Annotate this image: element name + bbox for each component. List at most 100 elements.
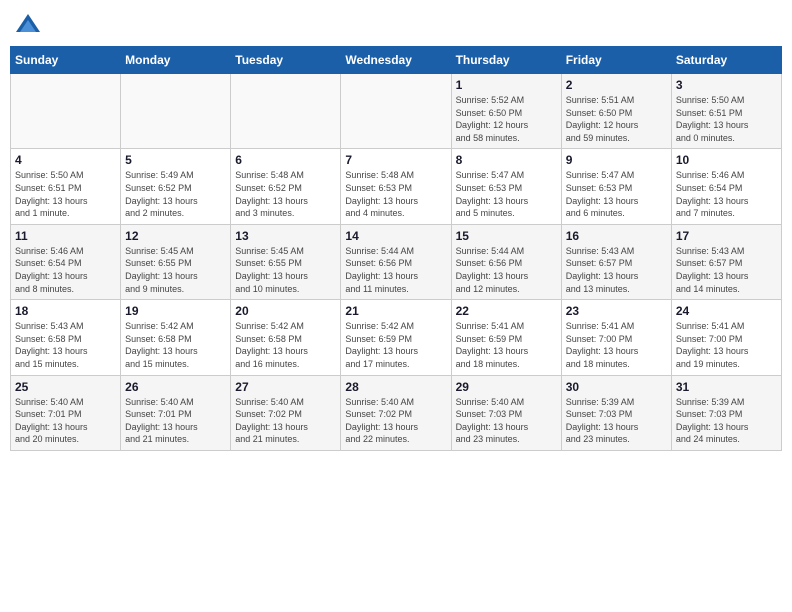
weekday-header-tuesday: Tuesday [231, 47, 341, 74]
day-info: Sunrise: 5:51 AM Sunset: 6:50 PM Dayligh… [566, 94, 667, 144]
day-info: Sunrise: 5:41 AM Sunset: 6:59 PM Dayligh… [456, 320, 557, 370]
calendar-cell: 27 Sunrise: 5:40 AM Sunset: 7:02 PM Dayli… [231, 375, 341, 450]
calendar-cell: 18 Sunrise: 5:43 AM Sunset: 6:58 PM Dayli… [11, 300, 121, 375]
day-info: Sunrise: 5:46 AM Sunset: 6:54 PM Dayligh… [676, 169, 777, 219]
calendar-cell: 4 Sunrise: 5:50 AM Sunset: 6:51 PM Daylig… [11, 149, 121, 224]
day-number: 9 [566, 153, 667, 167]
day-info: Sunrise: 5:42 AM Sunset: 6:58 PM Dayligh… [235, 320, 336, 370]
day-info: Sunrise: 5:41 AM Sunset: 7:00 PM Dayligh… [676, 320, 777, 370]
calendar-cell: 23 Sunrise: 5:41 AM Sunset: 7:00 PM Dayli… [561, 300, 671, 375]
day-number: 27 [235, 380, 336, 394]
day-info: Sunrise: 5:44 AM Sunset: 6:56 PM Dayligh… [456, 245, 557, 295]
day-info: Sunrise: 5:39 AM Sunset: 7:03 PM Dayligh… [676, 396, 777, 446]
weekday-header-thursday: Thursday [451, 47, 561, 74]
calendar-cell [11, 74, 121, 149]
calendar-cell: 13 Sunrise: 5:45 AM Sunset: 6:55 PM Dayli… [231, 224, 341, 299]
day-info: Sunrise: 5:48 AM Sunset: 6:52 PM Dayligh… [235, 169, 336, 219]
calendar-cell: 16 Sunrise: 5:43 AM Sunset: 6:57 PM Dayli… [561, 224, 671, 299]
day-number: 21 [345, 304, 446, 318]
day-number: 13 [235, 229, 336, 243]
calendar-cell: 12 Sunrise: 5:45 AM Sunset: 6:55 PM Dayli… [121, 224, 231, 299]
day-number: 25 [15, 380, 116, 394]
day-number: 26 [125, 380, 226, 394]
day-number: 4 [15, 153, 116, 167]
calendar-cell: 30 Sunrise: 5:39 AM Sunset: 7:03 PM Dayli… [561, 375, 671, 450]
weekday-header-monday: Monday [121, 47, 231, 74]
day-info: Sunrise: 5:49 AM Sunset: 6:52 PM Dayligh… [125, 169, 226, 219]
logo-icon [14, 10, 42, 38]
calendar-week-row: 18 Sunrise: 5:43 AM Sunset: 6:58 PM Dayli… [11, 300, 782, 375]
day-info: Sunrise: 5:40 AM Sunset: 7:01 PM Dayligh… [125, 396, 226, 446]
calendar-cell: 19 Sunrise: 5:42 AM Sunset: 6:58 PM Dayli… [121, 300, 231, 375]
weekday-header-sunday: Sunday [11, 47, 121, 74]
day-number: 2 [566, 78, 667, 92]
calendar-cell: 29 Sunrise: 5:40 AM Sunset: 7:03 PM Dayli… [451, 375, 561, 450]
day-info: Sunrise: 5:50 AM Sunset: 6:51 PM Dayligh… [676, 94, 777, 144]
calendar-cell: 8Sunrise: 5:47 AM Sunset: 6:53 PM Daylig… [451, 149, 561, 224]
calendar-week-row: 1Sunrise: 5:52 AM Sunset: 6:50 PM Daylig… [11, 74, 782, 149]
day-info: Sunrise: 5:43 AM Sunset: 6:57 PM Dayligh… [676, 245, 777, 295]
calendar-cell: 11 Sunrise: 5:46 AM Sunset: 6:54 PM Dayli… [11, 224, 121, 299]
day-info: Sunrise: 5:48 AM Sunset: 6:53 PM Dayligh… [345, 169, 446, 219]
weekday-header-saturday: Saturday [671, 47, 781, 74]
day-info: Sunrise: 5:43 AM Sunset: 6:58 PM Dayligh… [15, 320, 116, 370]
day-number: 17 [676, 229, 777, 243]
calendar-cell: 6 Sunrise: 5:48 AM Sunset: 6:52 PM Daylig… [231, 149, 341, 224]
day-info: Sunrise: 5:44 AM Sunset: 6:56 PM Dayligh… [345, 245, 446, 295]
day-info: Sunrise: 5:43 AM Sunset: 6:57 PM Dayligh… [566, 245, 667, 295]
day-info: Sunrise: 5:46 AM Sunset: 6:54 PM Dayligh… [15, 245, 116, 295]
calendar-cell: 5 Sunrise: 5:49 AM Sunset: 6:52 PM Daylig… [121, 149, 231, 224]
weekday-header-wednesday: Wednesday [341, 47, 451, 74]
day-number: 16 [566, 229, 667, 243]
day-number: 20 [235, 304, 336, 318]
calendar-cell: 10 Sunrise: 5:46 AM Sunset: 6:54 PM Dayli… [671, 149, 781, 224]
day-info: Sunrise: 5:42 AM Sunset: 6:59 PM Dayligh… [345, 320, 446, 370]
calendar-cell: 22 Sunrise: 5:41 AM Sunset: 6:59 PM Dayli… [451, 300, 561, 375]
day-number: 18 [15, 304, 116, 318]
day-number: 22 [456, 304, 557, 318]
day-number: 31 [676, 380, 777, 394]
day-info: Sunrise: 5:50 AM Sunset: 6:51 PM Dayligh… [15, 169, 116, 219]
day-info: Sunrise: 5:40 AM Sunset: 7:02 PM Dayligh… [235, 396, 336, 446]
day-info: Sunrise: 5:42 AM Sunset: 6:58 PM Dayligh… [125, 320, 226, 370]
day-info: Sunrise: 5:41 AM Sunset: 7:00 PM Dayligh… [566, 320, 667, 370]
calendar-cell: 24Sunrise: 5:41 AM Sunset: 7:00 PM Dayli… [671, 300, 781, 375]
calendar-table: SundayMondayTuesdayWednesdayThursdayFrid… [10, 46, 782, 451]
day-info: Sunrise: 5:39 AM Sunset: 7:03 PM Dayligh… [566, 396, 667, 446]
calendar-cell: 28Sunrise: 5:40 AM Sunset: 7:02 PM Dayli… [341, 375, 451, 450]
day-number: 10 [676, 153, 777, 167]
day-number: 23 [566, 304, 667, 318]
day-number: 5 [125, 153, 226, 167]
weekday-header-friday: Friday [561, 47, 671, 74]
day-number: 7 [345, 153, 446, 167]
day-number: 19 [125, 304, 226, 318]
day-info: Sunrise: 5:45 AM Sunset: 6:55 PM Dayligh… [125, 245, 226, 295]
day-number: 12 [125, 229, 226, 243]
calendar-cell: 1Sunrise: 5:52 AM Sunset: 6:50 PM Daylig… [451, 74, 561, 149]
calendar-cell: 31 Sunrise: 5:39 AM Sunset: 7:03 PM Dayli… [671, 375, 781, 450]
calendar-week-row: 25 Sunrise: 5:40 AM Sunset: 7:01 PM Dayli… [11, 375, 782, 450]
logo [14, 10, 46, 38]
calendar-cell: 2 Sunrise: 5:51 AM Sunset: 6:50 PM Daylig… [561, 74, 671, 149]
day-info: Sunrise: 5:40 AM Sunset: 7:03 PM Dayligh… [456, 396, 557, 446]
day-info: Sunrise: 5:45 AM Sunset: 6:55 PM Dayligh… [235, 245, 336, 295]
calendar-cell [341, 74, 451, 149]
day-number: 29 [456, 380, 557, 394]
day-number: 14 [345, 229, 446, 243]
calendar-cell: 20 Sunrise: 5:42 AM Sunset: 6:58 PM Dayli… [231, 300, 341, 375]
calendar-cell: 21 Sunrise: 5:42 AM Sunset: 6:59 PM Dayli… [341, 300, 451, 375]
calendar-cell: 3 Sunrise: 5:50 AM Sunset: 6:51 PM Daylig… [671, 74, 781, 149]
calendar-cell: 25Sunrise: 5:40 AM Sunset: 7:01 PM Dayli… [11, 375, 121, 450]
calendar-cell: 17 Sunrise: 5:43 AM Sunset: 6:57 PM Dayli… [671, 224, 781, 299]
calendar-header-row: SundayMondayTuesdayWednesdayThursdayFrid… [11, 47, 782, 74]
day-number: 30 [566, 380, 667, 394]
day-number: 3 [676, 78, 777, 92]
calendar-cell: 15 Sunrise: 5:44 AM Sunset: 6:56 PM Dayli… [451, 224, 561, 299]
day-number: 8 [456, 153, 557, 167]
header [10, 10, 782, 38]
calendar-week-row: 4 Sunrise: 5:50 AM Sunset: 6:51 PM Daylig… [11, 149, 782, 224]
day-info: Sunrise: 5:52 AM Sunset: 6:50 PM Dayligh… [456, 94, 557, 144]
day-number: 11 [15, 229, 116, 243]
day-number: 6 [235, 153, 336, 167]
day-number: 15 [456, 229, 557, 243]
